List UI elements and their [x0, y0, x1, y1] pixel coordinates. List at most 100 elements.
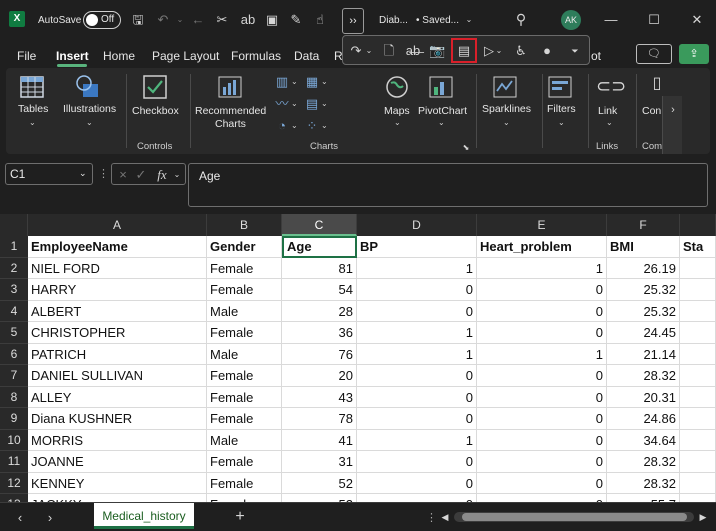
- table-cell[interactable]: 24.45: [607, 322, 680, 344]
- edit-icon[interactable]: ✎: [288, 12, 304, 28]
- ribbon-scroll-right[interactable]: ›: [662, 96, 682, 154]
- table-cell[interactable]: 25.32: [607, 300, 680, 322]
- tab-data[interactable]: Data: [294, 49, 319, 63]
- undo-dropdown-icon[interactable]: ⌄: [175, 12, 185, 28]
- table-cell[interactable]: 1: [477, 257, 607, 279]
- saved-status[interactable]: • Saved...: [416, 15, 459, 26]
- table-cell[interactable]: CHRISTOPHER: [28, 322, 207, 344]
- table-cell[interactable]: 0: [357, 365, 477, 387]
- table-cell[interactable]: 28.32: [607, 451, 680, 473]
- table-cell[interactable]: 20.31: [607, 386, 680, 408]
- table-cell[interactable]: [680, 494, 716, 502]
- table-cell[interactable]: 0: [477, 386, 607, 408]
- table-cell[interactable]: 1: [357, 429, 477, 451]
- header-cell[interactable]: BP: [357, 236, 477, 258]
- table-cell[interactable]: [680, 322, 716, 344]
- table-cell[interactable]: Female: [207, 257, 282, 279]
- table-cell[interactable]: [680, 451, 716, 473]
- table-cell[interactable]: 0: [477, 322, 607, 344]
- row-header[interactable]: 7: [0, 365, 28, 387]
- filters-icon[interactable]: [546, 74, 574, 100]
- add-sheet-button[interactable]: +: [232, 509, 248, 525]
- chevron-down-icon[interactable]: ⌄: [321, 99, 328, 108]
- row-header[interactable]: 8: [0, 386, 28, 408]
- table-cell[interactable]: [680, 365, 716, 387]
- line-chart-icon[interactable]: 〰: [274, 96, 290, 112]
- table-cell[interactable]: Female: [207, 408, 282, 430]
- close-icon[interactable]: ✕: [689, 12, 705, 28]
- row-header[interactable]: 5: [0, 322, 28, 344]
- table-cell[interactable]: 25.32: [607, 279, 680, 301]
- table-cell[interactable]: [680, 279, 716, 301]
- column-header[interactable]: C: [282, 214, 357, 236]
- undo-icon[interactable]: ↶: [155, 12, 171, 28]
- table-cell[interactable]: 55.7: [607, 494, 680, 502]
- column-header[interactable]: E: [477, 214, 607, 236]
- chevron-down-icon[interactable]: ⌄: [291, 77, 298, 86]
- sparklines-button[interactable]: Sparklines: [482, 103, 531, 115]
- row-header[interactable]: 6: [0, 343, 28, 365]
- more-icon[interactable]: ⋮: [98, 166, 109, 182]
- customize-qat-icon[interactable]: ⏷: [569, 43, 581, 59]
- pie-chart-icon[interactable]: ◔: [274, 118, 290, 134]
- row-header[interactable]: 13: [0, 494, 28, 502]
- name-box[interactable]: C1 ⌄: [5, 163, 93, 185]
- sheet-prev-icon[interactable]: ‹: [14, 510, 26, 526]
- column-chart-icon[interactable]: ▥: [274, 74, 290, 90]
- header-cell[interactable]: Sta: [680, 236, 716, 258]
- table-cell[interactable]: ALBERT: [28, 300, 207, 322]
- save-icon[interactable]: 🖫: [130, 12, 146, 28]
- qat-overflow-button[interactable]: ››: [342, 8, 364, 34]
- table-cell[interactable]: [680, 343, 716, 365]
- table-cell[interactable]: 43: [282, 386, 357, 408]
- chevron-down-icon[interactable]: ⌄: [291, 121, 298, 130]
- table-cell[interactable]: 28: [282, 300, 357, 322]
- record-icon[interactable]: ●: [539, 43, 555, 59]
- table-cell[interactable]: [680, 472, 716, 494]
- spelling-icon[interactable]: ab: [240, 12, 256, 28]
- table-cell[interactable]: 28.32: [607, 365, 680, 387]
- table-cell[interactable]: MORRIS: [28, 429, 207, 451]
- table-cell[interactable]: 0: [357, 494, 477, 502]
- table-cell[interactable]: 0: [477, 429, 607, 451]
- table-cell[interactable]: 21.14: [607, 343, 680, 365]
- row-header[interactable]: 4: [0, 300, 28, 322]
- table-cell[interactable]: 34.64: [607, 429, 680, 451]
- hierarchy-chart-icon[interactable]: ▦: [304, 74, 320, 90]
- table-cell[interactable]: Male: [207, 343, 282, 365]
- tag-dropdown-icon[interactable]: ⌄: [495, 43, 503, 59]
- table-cell[interactable]: 0: [357, 408, 477, 430]
- checkbox-icon[interactable]: [141, 74, 169, 100]
- chevron-down-icon[interactable]: ⌄: [394, 118, 401, 127]
- chevron-down-icon[interactable]: ⌄: [86, 118, 93, 127]
- header-cell[interactable]: Heart_problem: [477, 236, 607, 258]
- table-cell[interactable]: 0: [357, 279, 477, 301]
- column-header[interactable]: [680, 214, 716, 236]
- link-icon[interactable]: ⊂⊃: [596, 77, 626, 95]
- active-cell[interactable]: Age: [282, 236, 357, 258]
- chevron-down-icon[interactable]: ⌄: [438, 118, 445, 127]
- table-cell[interactable]: [680, 408, 716, 430]
- new-file-icon[interactable]: 🗋: [381, 43, 397, 59]
- formula-input[interactable]: Age: [188, 163, 708, 207]
- chevron-down-icon[interactable]: ⌄: [606, 118, 613, 127]
- chevron-down-icon[interactable]: ⌄: [29, 118, 36, 127]
- table-cell[interactable]: 36: [282, 322, 357, 344]
- share-button[interactable]: ⇪: [679, 44, 709, 64]
- table-cell[interactable]: Female: [207, 279, 282, 301]
- dialog-launcher-icon[interactable]: ⬊: [461, 140, 471, 156]
- table-cell[interactable]: Female: [207, 322, 282, 344]
- table-cell[interactable]: 0: [357, 451, 477, 473]
- table-cell[interactable]: 78: [282, 408, 357, 430]
- scroll-left-icon[interactable]: ◀: [440, 509, 450, 525]
- table-cell[interactable]: DANIEL SULLIVAN: [28, 365, 207, 387]
- chevron-down-icon[interactable]: ⌄: [464, 12, 474, 28]
- illustrations-icon[interactable]: [74, 74, 102, 100]
- scatter-chart-icon[interactable]: ⁘: [304, 118, 320, 134]
- redo-icon[interactable]: ↷: [349, 43, 363, 59]
- table-cell[interactable]: 81: [282, 257, 357, 279]
- table-cell[interactable]: 20: [282, 365, 357, 387]
- accessibility-icon[interactable]: ♿: [513, 43, 529, 59]
- row-header[interactable]: 3: [0, 279, 28, 301]
- table-cell[interactable]: 0: [477, 408, 607, 430]
